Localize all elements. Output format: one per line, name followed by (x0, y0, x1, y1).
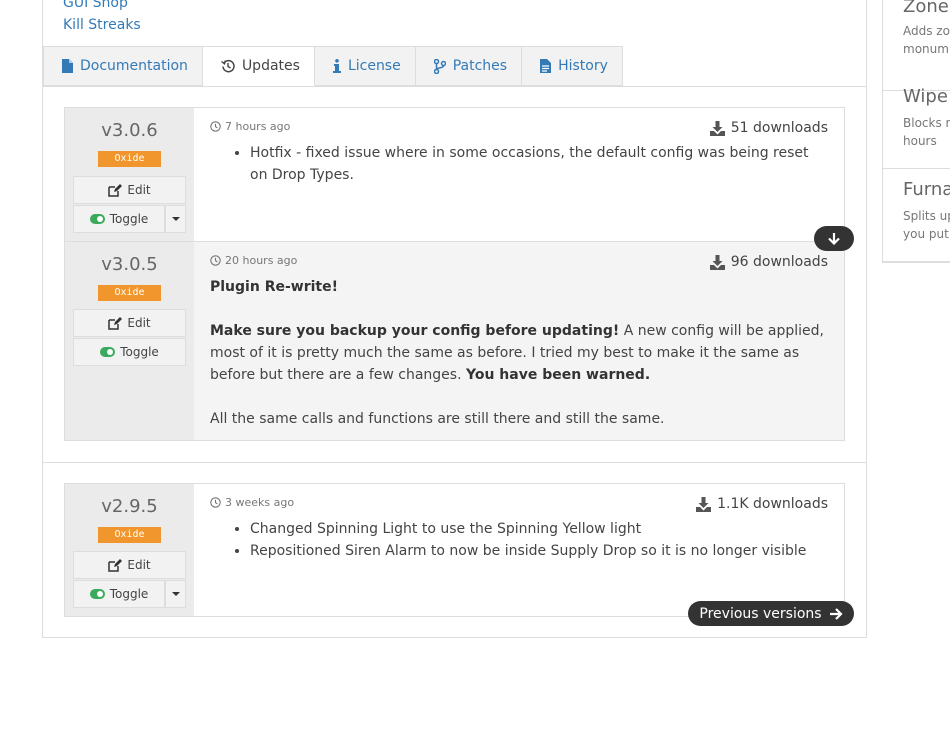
edit-icon (108, 316, 123, 330)
changelog: Plugin Re-write! Make sure you backup yo… (210, 276, 828, 430)
warned-notice: You have been warned. (465, 367, 651, 383)
tab-content-top-border (43, 86, 866, 87)
changelog-item: Hotfix - fixed issue where in some occas… (250, 142, 828, 186)
related-plugin-desc: hours (903, 134, 937, 148)
related-plugin-title: Wipe (903, 86, 948, 107)
caret-down-icon (171, 216, 180, 221)
tab-label: Patches (452, 58, 508, 74)
tab-updates[interactable]: Updates (202, 46, 315, 86)
tab-license[interactable]: License (314, 46, 416, 86)
info-icon (332, 59, 341, 73)
related-plugin-desc: Adds zo (903, 24, 950, 38)
related-plugin-desc: you put (903, 227, 949, 241)
toggle-dropdown-button[interactable] (165, 580, 186, 608)
history-icon (221, 59, 235, 73)
caret-down-icon (171, 591, 180, 596)
changelog-heading: Plugin Re-write! (210, 279, 338, 295)
expand-versions-button[interactable] (814, 226, 854, 251)
clock-icon (210, 121, 221, 132)
previous-versions-button[interactable]: Previous versions (688, 601, 854, 626)
edit-button[interactable]: Edit (73, 551, 186, 579)
version-content: 20 hours ago 96 downloads Plugin Re-writ… (210, 254, 828, 440)
download-count[interactable]: 96 downloads (709, 254, 828, 270)
arrow-right-icon (829, 607, 843, 620)
related-plugin-title: Furna (903, 179, 950, 200)
related-plugin-furnace[interactable]: Furna Splits up you put (883, 169, 950, 262)
edit-button[interactable]: Edit (73, 176, 186, 204)
toggle-label: Toggle (120, 345, 159, 359)
clock-icon (210, 255, 221, 266)
edit-label: Edit (127, 183, 151, 197)
arrow-down-icon (828, 232, 840, 245)
release-time-text: 3 weeks ago (225, 496, 295, 509)
section-divider (43, 462, 866, 463)
changelog-item: Changed Spinning Light to use the Spinni… (250, 518, 828, 540)
tab-patches[interactable]: Patches (415, 46, 523, 86)
toggle-on-icon (100, 347, 116, 357)
related-plugin-desc: monum (903, 42, 949, 56)
download-count-text: 51 downloads (730, 120, 828, 136)
version-card: v2.9.5 Oxide Edit Toggle 3 weeks ago 1.1… (64, 483, 845, 617)
download-count-text: 1.1K downloads (717, 496, 828, 512)
toggle-button[interactable]: Toggle (73, 205, 165, 233)
toggle-button[interactable]: Toggle (73, 338, 186, 366)
related-plugins-sidebar: Zone Adds zo monum Wipe Blocks ra hours … (882, 0, 950, 263)
version-card: v3.0.5 Oxide Edit Toggle 20 hours ago 96… (64, 241, 845, 441)
version-content: 7 hours ago 51 downloads Hotfix - fixed … (210, 120, 828, 241)
edit-icon (108, 558, 123, 572)
release-time-text: 7 hours ago (225, 120, 291, 133)
clock-icon (210, 497, 221, 508)
platform-badge: Oxide (98, 285, 161, 301)
toggle-on-icon (89, 589, 105, 599)
platform-badge: Oxide (98, 527, 161, 543)
related-plugin-title: Zone (903, 0, 949, 17)
version-number: v3.0.5 (101, 254, 158, 275)
related-plugin-wipe[interactable]: Wipe Blocks ra hours (883, 76, 950, 169)
related-plugin-desc: Splits up (903, 209, 950, 223)
toggle-label: Toggle (109, 587, 149, 601)
edit-icon (108, 183, 123, 197)
release-time-text: 20 hours ago (225, 254, 298, 267)
edit-button[interactable]: Edit (73, 309, 186, 337)
version-number: v2.9.5 (101, 496, 158, 517)
tab-history[interactable]: History (522, 46, 623, 86)
download-count[interactable]: 1.1K downloads (696, 496, 828, 512)
tab-documentation[interactable]: Documentation (43, 46, 203, 86)
file-icon (62, 59, 73, 73)
tab-label: License (347, 58, 401, 74)
toggle-button[interactable]: Toggle (73, 580, 165, 608)
edit-label: Edit (127, 558, 151, 572)
related-plugin-desc: Blocks ra (903, 116, 950, 130)
previous-versions-label: Previous versions (699, 605, 822, 622)
version-number: v3.0.6 (101, 120, 158, 141)
download-icon (709, 120, 725, 136)
version-content: 3 weeks ago 1.1K downloads Changed Spinn… (210, 496, 828, 616)
download-icon (696, 496, 712, 512)
tab-label: Updates (241, 58, 300, 74)
download-count[interactable]: 51 downloads (709, 120, 828, 136)
toggle-on-icon (89, 214, 105, 224)
file-text-icon (540, 59, 552, 73)
backup-warning: Make sure you backup your config before … (210, 323, 620, 339)
changelog: Changed Spinning Light to use the Spinni… (210, 518, 828, 562)
version-card: v3.0.6 Oxide Edit Toggle 7 hours ago 51 … (64, 107, 845, 242)
download-icon (709, 254, 725, 270)
closing-note: All the same calls and functions are sti… (210, 411, 665, 427)
changelog-item: Repositioned Siren Alarm to now be insid… (250, 540, 828, 562)
tab-label: Documentation (80, 58, 188, 74)
branch-icon (433, 58, 446, 74)
toggle-dropdown-button[interactable] (165, 205, 186, 233)
download-count-text: 96 downloads (730, 254, 828, 270)
platform-badge: Oxide (98, 151, 161, 167)
tab-bar: Documentation Updates License Patches Hi… (43, 46, 623, 86)
tab-label: History (558, 58, 608, 74)
changelog: Hotfix - fixed issue where in some occas… (210, 142, 828, 186)
toggle-label: Toggle (109, 212, 149, 226)
edit-label: Edit (127, 316, 151, 330)
